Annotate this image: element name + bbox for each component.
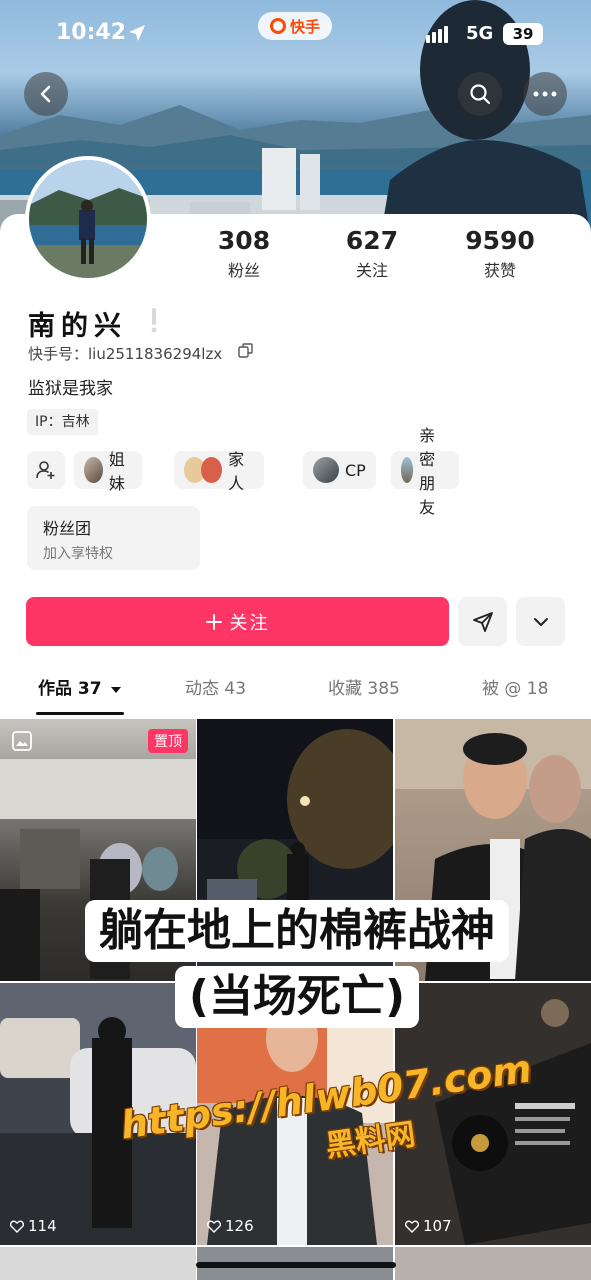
more-options-button[interactable] — [516, 597, 565, 646]
work-item[interactable] — [0, 1247, 196, 1280]
followers-label: 粉丝 — [227, 261, 260, 280]
tab-mentions[interactable]: 被 @ 18 — [482, 674, 548, 699]
tab-label: 作品 37 — [38, 679, 102, 699]
pinned-badge: 置顶 — [148, 729, 188, 753]
followers-stat[interactable]: 308 粉丝 — [189, 226, 299, 281]
tab-moments[interactable]: 动态 43 — [185, 674, 246, 699]
kuaishou-id: 快手号：liu2511836294lzx — [28, 345, 223, 363]
profile-tabs: 作品 37 动态 43 收藏 385 被 @ 18 — [0, 674, 591, 714]
back-button[interactable] — [24, 72, 68, 116]
caption-overlay: 躺在地上的棉裤战神 (当场死亡) — [34, 900, 560, 1028]
image-type-icon — [12, 731, 32, 751]
tab-label: 被 @ 18 — [482, 679, 549, 699]
search-icon — [470, 84, 491, 105]
likes-stat[interactable]: 9590 获赞 — [445, 226, 555, 281]
caption-line-1: 躺在地上的棉裤战神 — [85, 900, 509, 962]
like-count: 107 — [405, 1217, 452, 1235]
tab-label: 动态 43 — [185, 679, 247, 699]
status-time: 10:42 — [56, 20, 127, 45]
work-item[interactable] — [395, 1247, 591, 1280]
caret-down-icon — [110, 687, 121, 693]
app-indicator: 快手 — [258, 12, 332, 40]
like-count: 114 — [10, 1217, 57, 1235]
heart-icon — [405, 1220, 419, 1233]
caption-line-2: (当场死亡) — [174, 966, 420, 1028]
plus-icon — [205, 613, 222, 630]
heart-icon — [10, 1220, 24, 1233]
status-bar: 10:42 快手 5G 39 — [0, 0, 591, 70]
avatar[interactable] — [25, 156, 151, 282]
like-count-value: 107 — [423, 1217, 452, 1235]
home-indicator[interactable] — [196, 1262, 396, 1268]
chevron-left-icon — [40, 85, 51, 103]
exclamation-icon — [151, 308, 157, 333]
tab-works[interactable]: 作品 37 — [38, 674, 122, 699]
heart-icon — [207, 1220, 221, 1233]
like-count-value: 126 — [225, 1217, 254, 1235]
ip-location-tag: IP：吉林 — [27, 409, 98, 435]
relation-chip-cp[interactable]: CP — [303, 451, 376, 489]
relation-avatar — [84, 457, 103, 483]
send-icon — [472, 611, 493, 632]
fan-club-card[interactable]: 粉丝团 加入享特权 — [27, 506, 200, 570]
tab-underline — [36, 712, 124, 715]
relation-label: 亲密朋友 — [419, 426, 436, 517]
tab-label: 收藏 385 — [328, 679, 400, 699]
followers-count: 308 — [217, 226, 271, 255]
relation-chip-sisters[interactable]: 姐妹 — [74, 450, 143, 493]
following-stat[interactable]: 627 关注 — [317, 226, 427, 281]
like-count: 126 — [207, 1217, 254, 1235]
relation-avatar — [201, 457, 223, 483]
signal-icon — [426, 26, 448, 43]
add-friend-button[interactable] — [27, 451, 65, 489]
app-name: 快手 — [289, 17, 320, 36]
add-person-icon — [36, 461, 55, 479]
more-button[interactable] — [523, 72, 567, 116]
profile-bio: 监狱是我家 — [28, 379, 113, 399]
following-label: 关注 — [355, 261, 388, 280]
follow-label: 关注 — [229, 612, 270, 634]
tab-favorites[interactable]: 收藏 385 — [328, 674, 400, 699]
copy-icon[interactable] — [238, 343, 253, 358]
relation-avatar — [313, 457, 339, 483]
likes-label: 获赞 — [483, 261, 516, 280]
relation-avatar — [401, 457, 414, 483]
more-dots-icon — [533, 91, 557, 97]
profile-name: 南的兴 — [28, 311, 127, 342]
fan-club-subtitle: 加入享特权 — [43, 546, 113, 562]
search-button[interactable] — [458, 72, 502, 116]
avatar-image — [29, 160, 147, 278]
location-arrow-icon — [129, 25, 145, 41]
message-button[interactable] — [458, 597, 507, 646]
network-type: 5G — [466, 23, 494, 44]
kuaishou-logo-icon — [269, 18, 286, 34]
follow-button[interactable]: 关注 — [26, 597, 449, 646]
relation-chip-close-friends[interactable]: 亲密朋友 — [391, 426, 460, 517]
likes-count: 9590 — [465, 226, 535, 255]
battery-level: 39 — [503, 23, 543, 45]
like-count-value: 114 — [28, 1217, 57, 1235]
fan-club-title: 粉丝团 — [43, 519, 92, 538]
relation-chip-family[interactable]: 家人 — [174, 450, 265, 493]
following-count: 627 — [345, 226, 399, 255]
relation-label: 家人 — [228, 450, 245, 493]
relation-label: 姐妹 — [108, 450, 125, 493]
relation-label: CP — [345, 460, 366, 480]
chevron-down-icon — [533, 617, 548, 626]
